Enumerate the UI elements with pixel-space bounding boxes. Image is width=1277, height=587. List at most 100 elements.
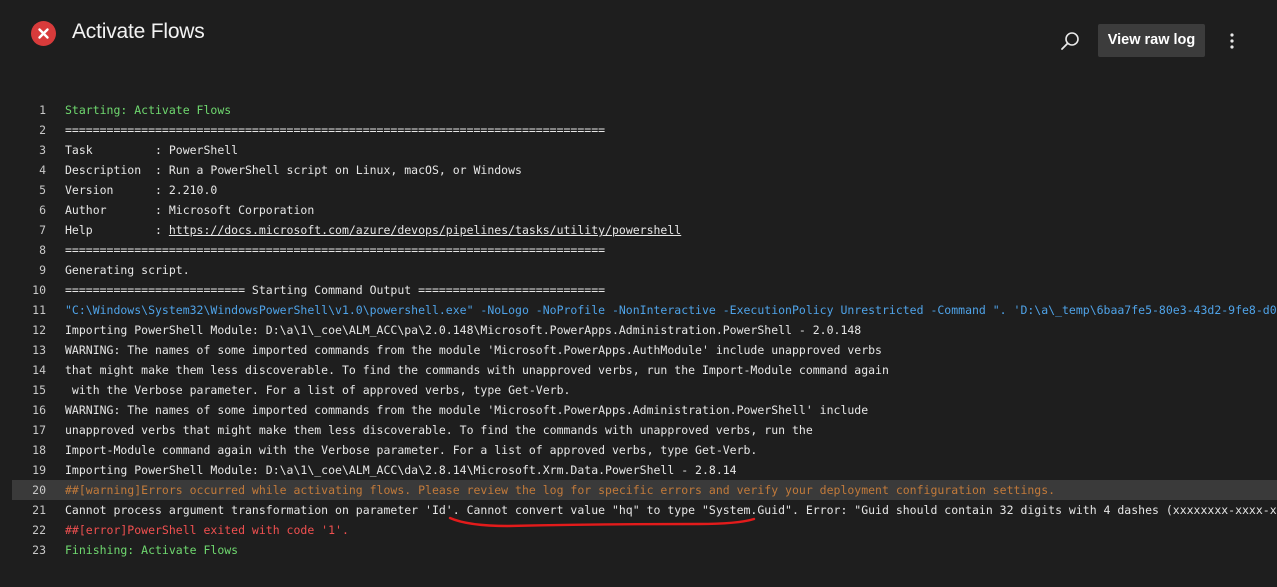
help-link[interactable]: https://docs.microsoft.com/azure/devops/… bbox=[169, 223, 681, 237]
log-line: 3 Task : PowerShell bbox=[0, 140, 1277, 160]
more-vertical-icon bbox=[1230, 33, 1234, 49]
line-number[interactable]: 3 bbox=[0, 140, 46, 160]
line-text: Importing PowerShell Module: D:\a\1\_coe… bbox=[65, 460, 737, 480]
search-icon bbox=[1061, 32, 1079, 50]
line-text: that might make them less discoverable. … bbox=[65, 360, 889, 380]
error-status-icon bbox=[31, 21, 56, 46]
log-segment: ========================== Starting Comm… bbox=[65, 283, 606, 297]
line-number[interactable]: 19 bbox=[0, 460, 46, 480]
line-text: with the Verbose parameter. For a list o… bbox=[65, 380, 571, 400]
line-number[interactable]: 14 bbox=[0, 360, 46, 380]
line-text: ##[error]PowerShell exited with code '1'… bbox=[65, 520, 349, 540]
log-line: 18 Import-Module command again with the V… bbox=[0, 440, 1277, 460]
log-line: 5 Version : 2.210.0 bbox=[0, 180, 1277, 200]
log-segment: "C:\Windows\System32\WindowsPowerShell\v… bbox=[65, 303, 1277, 317]
line-number[interactable]: 6 bbox=[0, 200, 46, 220]
line-number[interactable]: 23 bbox=[0, 540, 46, 560]
line-text: Import-Module command again with the Ver… bbox=[65, 440, 757, 460]
line-number[interactable]: 2 bbox=[0, 120, 46, 140]
log-line: 2 =======================================… bbox=[0, 120, 1277, 140]
log-line: 7 Help : https://docs.microsoft.com/azure… bbox=[0, 220, 1277, 240]
line-number[interactable]: 22 bbox=[0, 520, 46, 540]
search-button[interactable] bbox=[1056, 27, 1084, 55]
more-options-button[interactable] bbox=[1220, 27, 1244, 55]
line-number[interactable]: 4 bbox=[0, 160, 46, 180]
line-number[interactable]: 11 bbox=[0, 300, 46, 320]
log-segment: Task : PowerShell bbox=[65, 143, 239, 157]
line-number[interactable]: 10 bbox=[0, 280, 46, 300]
line-number[interactable]: 13 bbox=[0, 340, 46, 360]
line-number[interactable]: 17 bbox=[0, 420, 46, 440]
line-text: Cannot process argument transformation o… bbox=[65, 500, 1277, 520]
line-text: Author : Microsoft Corporation bbox=[65, 200, 314, 220]
log-line: 10 ========================== Starting Co… bbox=[0, 280, 1277, 300]
line-text: Importing PowerShell Module: D:\a\1\_coe… bbox=[65, 320, 861, 340]
log-segment: Importing PowerShell Module: D:\a\1\_coe… bbox=[65, 463, 737, 477]
line-text: unapproved verbs that might make them le… bbox=[65, 420, 813, 440]
line-text: ========================================… bbox=[65, 240, 605, 260]
log-line: 15 with the Verbose parameter. For a lis… bbox=[0, 380, 1277, 400]
log-line: 11 "C:\Windows\System32\WindowsPowerShell… bbox=[0, 300, 1277, 320]
log-segment: ##[error]PowerShell exited with code '1'… bbox=[65, 523, 349, 537]
line-text: WARNING: The names of some imported comm… bbox=[65, 400, 868, 420]
line-text: ##[warning]Errors occurred while activat… bbox=[65, 480, 1055, 500]
line-text: "C:\Windows\System32\WindowsPowerShell\v… bbox=[65, 300, 1277, 320]
log-line: 23 Finishing: Activate Flows bbox=[0, 540, 1277, 560]
log-segment: Help : bbox=[65, 223, 169, 237]
line-text: WARNING: The names of some imported comm… bbox=[65, 340, 882, 360]
line-text: Task : PowerShell bbox=[65, 140, 238, 160]
line-text: Help : https://docs.microsoft.com/azure/… bbox=[65, 220, 681, 240]
log-line: 8 =======================================… bbox=[0, 240, 1277, 260]
line-number[interactable]: 21 bbox=[0, 500, 46, 520]
log-segment: that might make them less discoverable. … bbox=[65, 363, 889, 377]
log-line: 16 WARNING: The names of some imported co… bbox=[0, 400, 1277, 420]
log-line: 6 Author : Microsoft Corporation bbox=[0, 200, 1277, 220]
log-segment: with the Verbose parameter. For a list o… bbox=[65, 383, 571, 397]
log-line: 14 that might make them less discoverable… bbox=[0, 360, 1277, 380]
log-segment: Finishing: Activate Flows bbox=[65, 543, 239, 557]
log-segment: Description : Run a PowerShell script on… bbox=[65, 163, 522, 177]
line-text: Starting: Activate Flows bbox=[65, 100, 231, 120]
line-number[interactable]: 20 bbox=[12, 480, 46, 500]
line-number[interactable]: 9 bbox=[0, 260, 46, 280]
line-text: Description : Run a PowerShell script on… bbox=[65, 160, 522, 180]
line-text: Finishing: Activate Flows bbox=[65, 540, 238, 560]
view-raw-log-button[interactable]: View raw log bbox=[1098, 24, 1205, 57]
line-number[interactable]: 7 bbox=[0, 220, 46, 240]
line-number[interactable]: 12 bbox=[0, 320, 46, 340]
log-header: Activate Flows View raw log bbox=[0, 0, 1277, 70]
line-text: ========================================… bbox=[65, 120, 605, 140]
log-line: 1 Starting: Activate Flows bbox=[0, 100, 1277, 120]
line-number[interactable]: 1 bbox=[0, 100, 46, 120]
line-text: Version : 2.210.0 bbox=[65, 180, 217, 200]
log-segment: Import-Module command again with the Ver… bbox=[65, 443, 758, 457]
line-number[interactable]: 16 bbox=[0, 400, 46, 420]
log-line: 19 Importing PowerShell Module: D:\a\1\_c… bbox=[0, 460, 1277, 480]
line-number[interactable]: 8 bbox=[0, 240, 46, 260]
log-line: 20 ##[warning]Errors occurred while activ… bbox=[12, 480, 1277, 500]
log-line: 12 Importing PowerShell Module: D:\a\1\_c… bbox=[0, 320, 1277, 340]
log-segment: Starting: Activate Flows bbox=[65, 103, 232, 117]
log-line: 17 unapproved verbs that might make them … bbox=[0, 420, 1277, 440]
line-number[interactable]: 15 bbox=[0, 380, 46, 400]
log-output: 1 Starting: Activate Flows 2 ==============… bbox=[0, 100, 1277, 560]
log-segment: Author : Microsoft Corporation bbox=[65, 203, 315, 217]
log-line: 4 Description : Run a PowerShell script o… bbox=[0, 160, 1277, 180]
log-segment: Generating script. bbox=[65, 263, 190, 277]
log-segment: WARNING: The names of some imported comm… bbox=[65, 343, 882, 357]
log-line: 22 ##[error]PowerShell exited with code '… bbox=[0, 520, 1277, 540]
log-segment: ========================================… bbox=[65, 123, 606, 137]
line-text: ========================== Starting Comm… bbox=[65, 280, 605, 300]
log-segment: WARNING: The names of some imported comm… bbox=[65, 403, 869, 417]
page-title: Activate Flows bbox=[72, 20, 205, 43]
log-segment: unapproved verbs that might make them le… bbox=[65, 423, 813, 437]
line-text: Generating script. bbox=[65, 260, 190, 280]
line-number[interactable]: 5 bbox=[0, 180, 46, 200]
log-segment: Cannot process argument transformation o… bbox=[65, 503, 1277, 517]
log-segment: Version : 2.210.0 bbox=[65, 183, 218, 197]
log-segment: Importing PowerShell Module: D:\a\1\_coe… bbox=[65, 323, 862, 337]
log-segment: ##[warning]Errors occurred while activat… bbox=[65, 483, 1056, 497]
log-line: 9 Generating script. bbox=[0, 260, 1277, 280]
line-number[interactable]: 18 bbox=[0, 440, 46, 460]
log-segment: ========================================… bbox=[65, 243, 606, 257]
